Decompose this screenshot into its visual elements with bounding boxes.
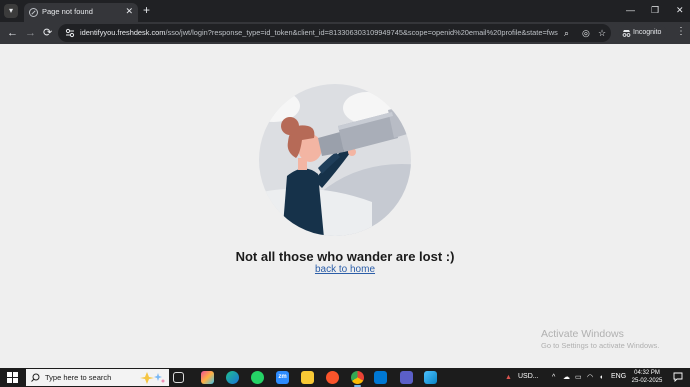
browser-tab-bar: ▾ Page not found ✕ + — ❐ ✕ (0, 0, 690, 22)
site-info-icon[interactable] (65, 28, 75, 38)
currency-widget[interactable]: USD... (518, 373, 539, 380)
zoom-app-icon[interactable]: zm (276, 371, 289, 384)
page-content: Not all those who wander are lost :) bac… (0, 44, 690, 368)
show-hidden-icons-chevron-icon[interactable]: ^ (552, 373, 555, 382)
cloud-icon[interactable]: ☁ (563, 373, 570, 382)
bookmark-star-icon[interactable]: ☆ (598, 27, 606, 39)
tab-title: Page not found (42, 7, 93, 16)
maximize-icon[interactable]: ❐ (651, 4, 659, 16)
new-tab-button[interactable]: + (143, 3, 150, 17)
teams-icon[interactable] (400, 371, 413, 384)
favicon-blocked-icon (29, 8, 38, 17)
color-app-icon[interactable] (201, 371, 214, 384)
search-placeholder: Type here to search (45, 373, 112, 382)
language-indicator[interactable]: ENG (611, 373, 626, 380)
photos-gallery-icon[interactable] (424, 371, 437, 384)
back-to-home-link[interactable]: back to home (0, 264, 690, 275)
wifi-icon[interactable]: ◠ (587, 373, 593, 382)
back-arrow-icon[interactable]: ← (7, 25, 18, 41)
tab-search-chevron-down-icon[interactable]: ▾ (4, 4, 18, 18)
windows-start-icon[interactable] (7, 372, 18, 383)
tab-page-not-found[interactable]: Page not found ✕ (24, 3, 138, 22)
tab-close-icon[interactable]: ✕ (125, 6, 133, 17)
whatsapp-icon[interactable] (251, 371, 264, 384)
monitor-icon[interactable]: ▭ (575, 373, 582, 382)
reload-icon[interactable]: ⟳ (43, 25, 52, 41)
minimize-icon[interactable]: — (626, 4, 635, 16)
menu-dots-icon[interactable]: ⋮ (676, 26, 686, 38)
url-host: identifyyou.freshdesk.com (80, 28, 166, 37)
chrome-browser-icon[interactable] (351, 371, 364, 387)
search-highlight-sparkle-icon (140, 372, 165, 384)
activate-title: Activate Windows (541, 328, 624, 340)
task-view-icon[interactable] (173, 372, 184, 383)
activate-windows-watermark: Activate Windows Go to Settings to activ… (541, 328, 659, 350)
back-to-home-label[interactable]: back to home (315, 264, 375, 275)
eye-off-icon[interactable]: ◎ (582, 27, 590, 39)
url-path: /sso/jwt/login?response_type=id_token&cl… (165, 28, 558, 37)
wanderer-telescope-illustration (259, 84, 411, 236)
windows-taskbar: Type here to search zm ▲ USD... ^ ☁ ▭ ◠ … (0, 368, 690, 387)
url-text[interactable]: identifyyou.freshdesk.com/sso/jwt/login?… (80, 28, 558, 37)
system-clock[interactable]: 04:32 PM 25-02-2025 (629, 369, 665, 385)
clock-date: 25-02-2025 (631, 378, 663, 384)
incognito-badge[interactable]: Incognito (619, 25, 667, 41)
file-explorer-icon[interactable] (301, 371, 314, 384)
incognito-icon (622, 30, 631, 37)
not-found-message: Not all those who wander are lost :) (235, 249, 455, 264)
search-icon (31, 373, 40, 382)
notifications-icon[interactable] (673, 372, 683, 382)
volume-icon[interactable]: ◖ (599, 373, 603, 382)
browser-toolbar: ← → ⟳ identifyyou.freshdesk.com/sso/jwt/… (0, 22, 690, 44)
activate-subtitle: Go to Settings to activate Windows. (541, 341, 660, 350)
close-window-icon[interactable]: ✕ (676, 4, 684, 16)
clock-time: 04:32 PM (634, 370, 660, 376)
incognito-label: Incognito (633, 29, 662, 36)
vscode-icon[interactable] (374, 371, 387, 384)
brave-browser-icon[interactable] (326, 371, 339, 384)
forward-arrow-icon[interactable]: → (25, 25, 36, 41)
edge-browser-icon[interactable] (226, 371, 239, 384)
taskbar-search-box[interactable]: Type here to search (26, 369, 169, 386)
address-bar[interactable]: identifyyou.freshdesk.com/sso/jwt/login?… (58, 24, 611, 42)
currency-widget-icon[interactable]: ▲ (505, 373, 512, 382)
zoom-search-icon[interactable]: ⌕ (564, 27, 569, 39)
